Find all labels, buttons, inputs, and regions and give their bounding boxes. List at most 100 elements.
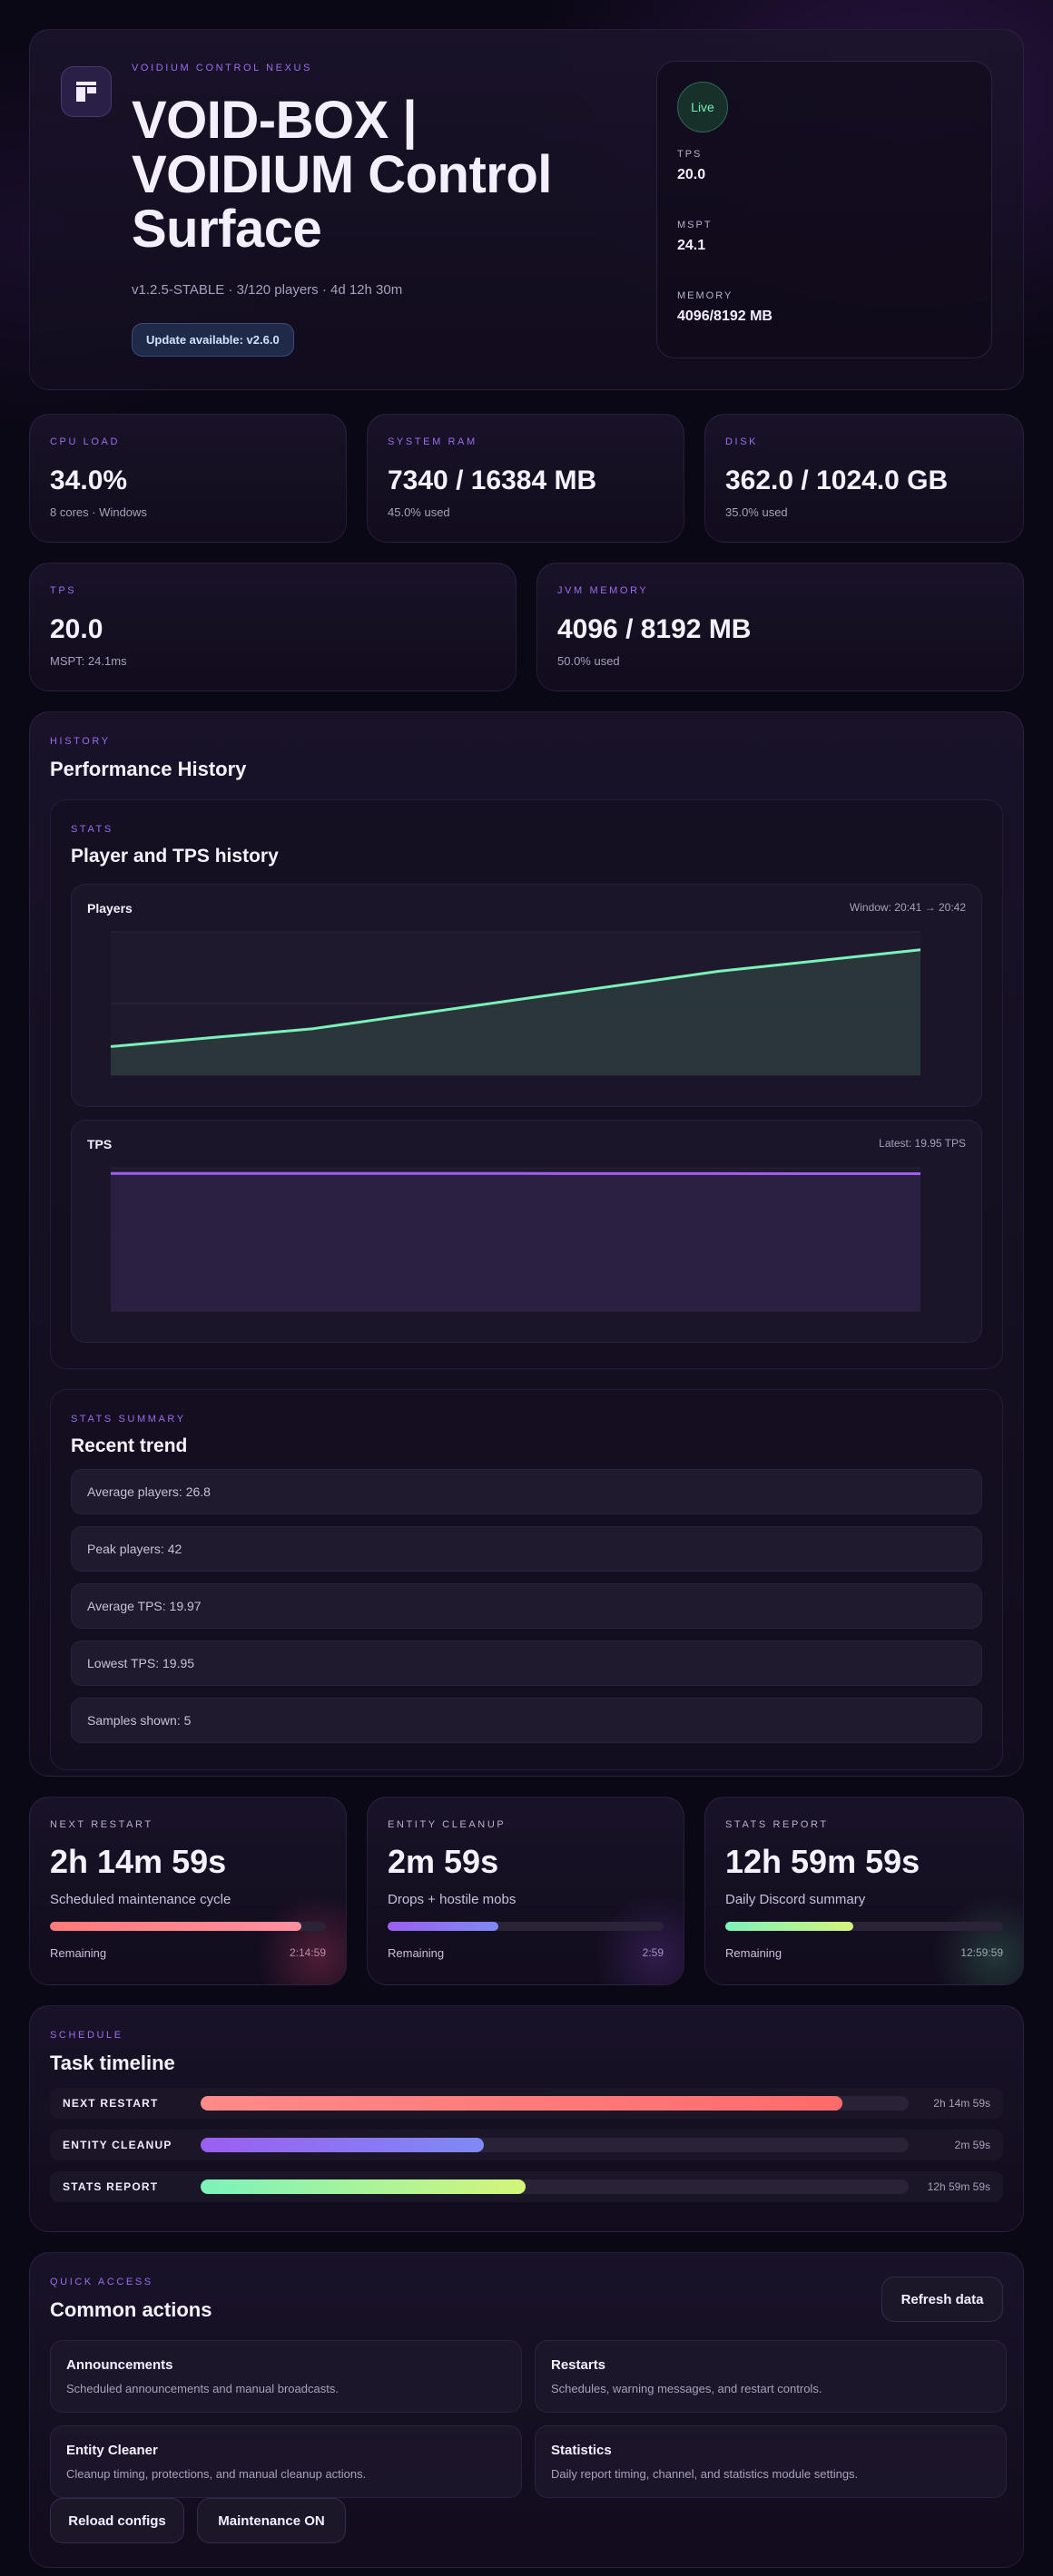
timer-label: NEXT RESTART: [50, 1819, 153, 1830]
tile-title: Restarts: [551, 2357, 606, 2373]
timer-remaining-value: 12:59:59: [960, 1946, 1003, 1959]
hero-main: VOIDIUM CONTROL NEXUS VOID-BOX | VOIDIUM…: [132, 63, 640, 357]
schedule-eyebrow: SCHEDULE: [50, 2030, 123, 2041]
timer-progress-fill: [725, 1922, 853, 1931]
timer-label: ENTITY CLEANUP: [388, 1819, 507, 1830]
timer-remaining-value: 2:14:59: [289, 1946, 326, 1959]
tps-chart-card: TPS Latest: 19.95 TPS: [71, 1120, 982, 1343]
timer-card-next-restart: NEXT RESTART 2h 14m 59s Scheduled mainte…: [29, 1797, 347, 1985]
timeline-label: ENTITY CLEANUP: [63, 2139, 172, 2151]
tps-chart-latest: Latest: 19.95 TPS: [879, 1137, 966, 1150]
live-mspt-value: 24.1: [677, 238, 706, 253]
summary-item-average-players: Average players: 26.8: [71, 1469, 982, 1514]
page-title: VOID-BOX | VOIDIUM Control Surface: [132, 91, 552, 259]
server-stats-row: TPS 20.0 MSPT: 24.1ms JVM MEMORY 4096 / …: [29, 563, 1024, 691]
timer-progress-fill: [388, 1922, 498, 1931]
schedule-title: Task timeline: [50, 2052, 175, 2074]
players-chart: [110, 931, 921, 1076]
quick-title: Common actions: [50, 2298, 212, 2321]
timeline-fill: [201, 2138, 484, 2152]
live-tps-value: 20.0: [677, 167, 706, 182]
timer-remaining-label: Remaining: [388, 1946, 445, 1960]
timeline-row-stats-report: STATS REPORT 12h 59m 59s: [50, 2171, 1003, 2202]
tile-desc: Daily report timing, channel, and statis…: [551, 2467, 859, 2481]
stat-sub: MSPT: 24.1ms: [50, 654, 127, 668]
timer-remaining-label: Remaining: [50, 1946, 107, 1960]
summary-title: Recent trend: [71, 1435, 188, 1456]
quick-tiles: Announcements Scheduled announcements an…: [50, 2340, 1007, 2498]
system-stats-row: CPU LOAD 34.0% 8 cores · Windows SYSTEM …: [29, 414, 1024, 543]
stat-sub: 50.0% used: [557, 654, 620, 668]
timers-row: NEXT RESTART 2h 14m 59s Scheduled mainte…: [29, 1797, 1024, 1985]
history-title: Performance History: [50, 758, 247, 780]
stat-card-ram: SYSTEM RAM 7340 / 16384 MB 45.0% used: [367, 414, 684, 543]
stat-value: 7340 / 16384 MB: [388, 465, 597, 495]
stats-eyebrow: STATS: [71, 824, 113, 835]
timer-value: 2h 14m 59s: [50, 1843, 227, 1880]
hero-eyebrow: VOIDIUM CONTROL NEXUS: [132, 63, 313, 73]
quick-eyebrow: QUICK ACCESS: [50, 2277, 153, 2287]
summary-item-samples: Samples shown: 5: [71, 1698, 982, 1743]
timeline-fill: [201, 2096, 843, 2111]
stat-card-cpu: CPU LOAD 34.0% 8 cores · Windows: [29, 414, 347, 543]
timeline-value: 2h 14m 59s: [933, 2097, 990, 2110]
stat-sub: 8 cores · Windows: [50, 505, 147, 519]
hero-card: VOIDIUM CONTROL NEXUS VOID-BOX | VOIDIUM…: [29, 29, 1024, 390]
timer-desc: Scheduled maintenance cycle: [50, 1892, 231, 1907]
live-memory-value: 4096/8192 MB: [677, 309, 773, 324]
quick-tile-announcements[interactable]: Announcements Scheduled announcements an…: [50, 2340, 522, 2413]
stats-summary-panel: STATS SUMMARY Recent trend Average playe…: [50, 1389, 1003, 1770]
quick-action-buttons: Reload configs Maintenance ON: [50, 2498, 1003, 2543]
stat-sub: 35.0% used: [725, 505, 788, 519]
quick-tile-restarts[interactable]: Restarts Schedules, warning messages, an…: [535, 2340, 1007, 2413]
timer-remaining-value: 2:59: [642, 1946, 664, 1959]
timer-progress-bar: [725, 1922, 1003, 1931]
history-eyebrow: HISTORY: [50, 736, 111, 747]
tile-title: Statistics: [551, 2443, 612, 2458]
summary-item-lowest-tps: Lowest TPS: 19.95: [71, 1641, 982, 1686]
quick-tile-statistics[interactable]: Statistics Daily report timing, channel,…: [535, 2425, 1007, 2498]
server-icon: [61, 66, 112, 117]
tile-desc: Cleanup timing, protections, and manual …: [66, 2467, 367, 2481]
stat-value: 4096 / 8192 MB: [557, 614, 752, 644]
tile-title: Announcements: [66, 2357, 173, 2373]
stat-label: DISK: [725, 436, 759, 447]
stat-label: TPS: [50, 585, 77, 596]
series-area: [111, 1173, 920, 1311]
history-section: HISTORY Performance History STATS Player…: [29, 711, 1024, 1777]
summary-eyebrow: STATS SUMMARY: [71, 1414, 186, 1425]
timer-value: 12h 59m 59s: [725, 1843, 920, 1880]
players-chart-title: Players: [87, 901, 133, 916]
stats-history-title: Player and TPS history: [71, 846, 279, 867]
live-status-badge: Live: [677, 82, 728, 132]
live-panel: Live TPS 20.0 MSPT 24.1 MEMORY 4096/8192…: [656, 61, 992, 358]
quick-access-section: QUICK ACCESS Common actions Refresh data…: [29, 2252, 1024, 2568]
timeline-bar: [201, 2096, 909, 2111]
tile-title: Entity Cleaner: [66, 2443, 158, 2458]
reload-configs-button[interactable]: Reload configs: [50, 2498, 184, 2543]
maintenance-toggle-button[interactable]: Maintenance ON: [197, 2498, 346, 2543]
stat-label: SYSTEM RAM: [388, 436, 477, 447]
quick-tile-entity-cleaner[interactable]: Entity Cleaner Cleanup timing, protectio…: [50, 2425, 522, 2498]
timeline-label: STATS REPORT: [63, 2180, 159, 2193]
timer-desc: Drops + hostile mobs: [388, 1892, 517, 1907]
tile-desc: Scheduled announcements and manual broad…: [66, 2382, 339, 2395]
live-mspt-label: MSPT: [677, 220, 713, 230]
timeline-fill: [201, 2179, 526, 2194]
timer-glow: [593, 1894, 684, 1984]
stat-card-tps: TPS 20.0 MSPT: 24.1ms: [29, 563, 517, 691]
update-badge[interactable]: Update available: v2.6.0: [132, 323, 294, 357]
timeline-value: 2m 59s: [954, 2139, 990, 2151]
schedule-section: SCHEDULE Task timeline NEXT RESTART 2h 1…: [29, 2005, 1024, 2232]
server-summary: v1.2.5-STABLE · 3/120 players · 4d 12h 3…: [132, 282, 403, 298]
tps-chart: [110, 1167, 921, 1312]
players-chart-card: Players Window: 20:41 → 20:42: [71, 884, 982, 1107]
refresh-data-button[interactable]: Refresh data: [881, 2277, 1003, 2322]
stat-value: 34.0%: [50, 465, 128, 495]
stat-value: 20.0: [50, 614, 103, 644]
timeline-label: NEXT RESTART: [63, 2097, 159, 2110]
live-memory-label: MEMORY: [677, 290, 733, 301]
timer-value: 2m 59s: [388, 1843, 499, 1880]
tps-chart-title: TPS: [87, 1137, 113, 1151]
stat-card-jvm-memory: JVM MEMORY 4096 / 8192 MB 50.0% used: [536, 563, 1024, 691]
